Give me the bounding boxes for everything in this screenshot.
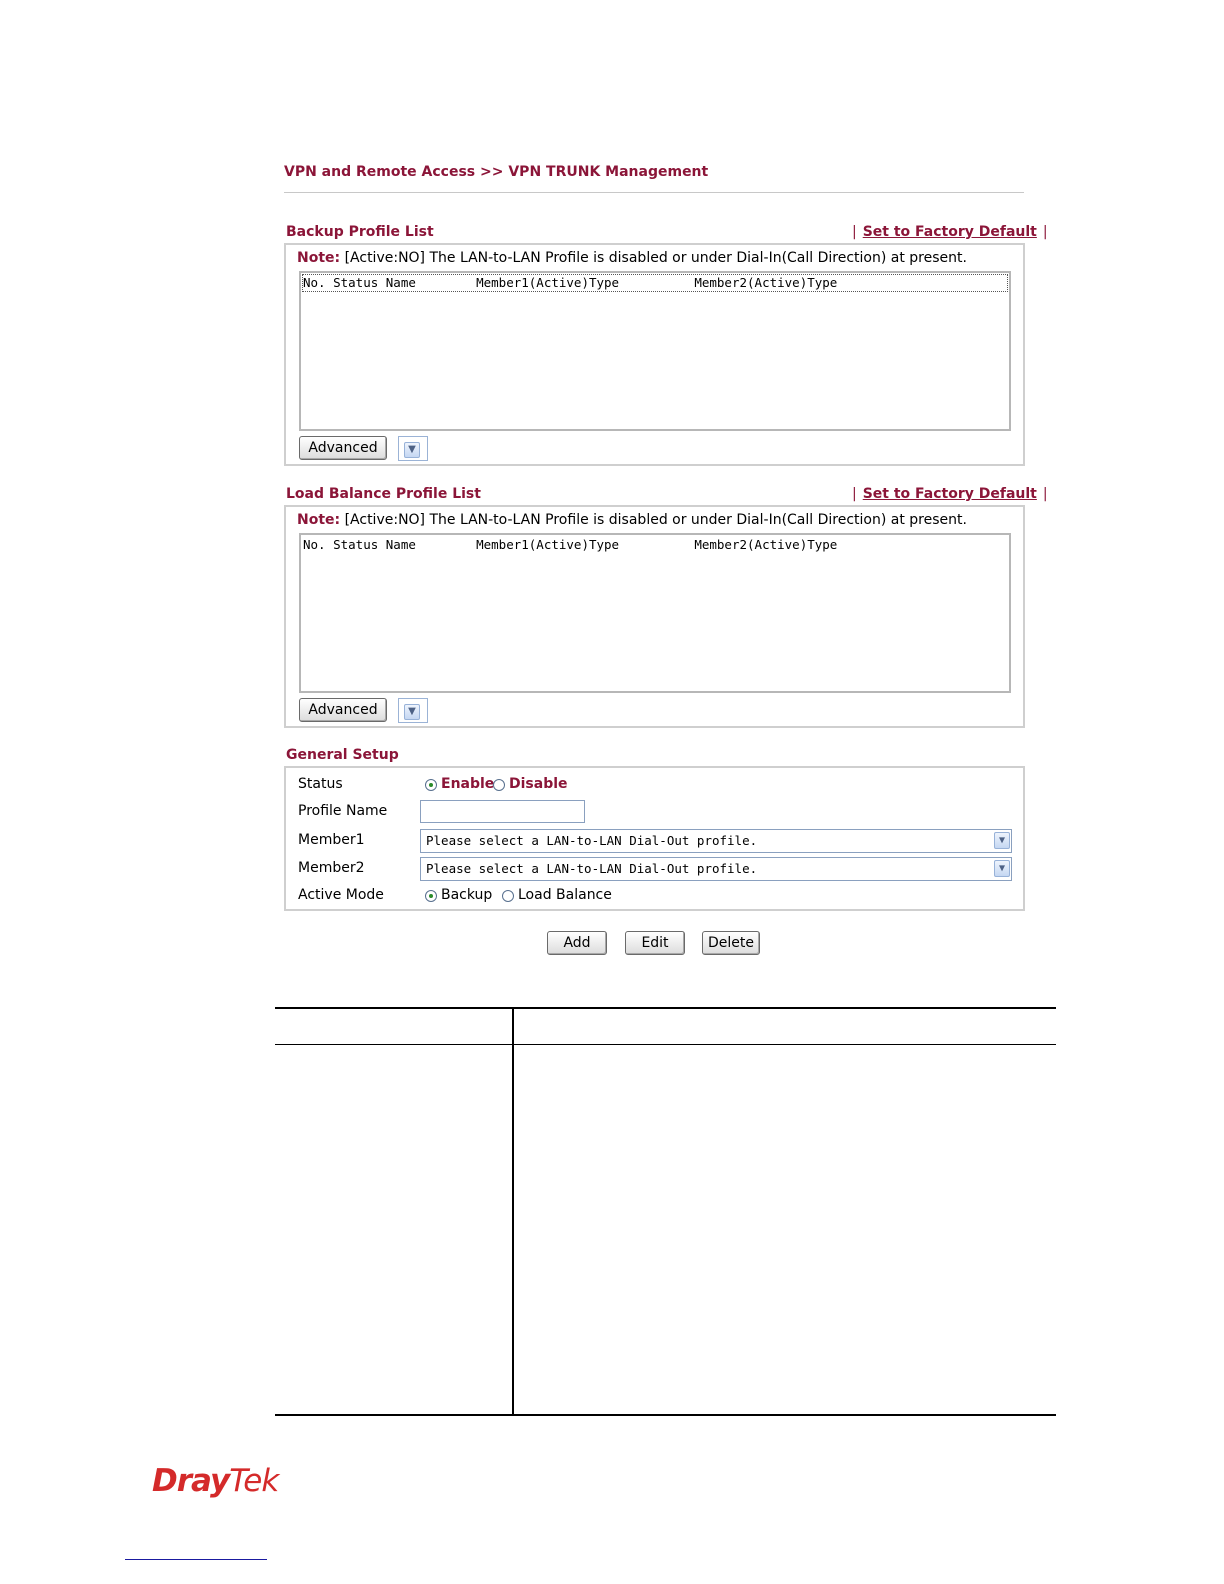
table-bottom-rule [275,1414,1056,1416]
table-top-rule [275,1007,1056,1009]
backup-note-label: Note: [297,250,341,266]
logo-part-tek: Tek [229,1463,279,1499]
general-panel: Status Enable Disable Profile Name Membe… [284,766,1025,911]
loadbalance-advanced-button[interactable]: Advanced [299,698,387,722]
backup-section-title: Backup Profile List [286,224,434,240]
member1-label: Member1 [298,832,365,848]
breadcrumb: VPN and Remote Access >> VPN TRUNK Manag… [284,164,709,180]
active-mode-label: Active Mode [298,887,384,903]
status-enable-radio[interactable] [425,779,437,791]
delete-button[interactable]: Delete [702,931,760,955]
footer-rule [125,1559,267,1560]
loadbalance-note-text: [Active:NO] The LAN-to-LAN Profile is di… [344,512,967,528]
edit-button[interactable]: Edit [625,931,685,955]
loadbalance-note-label: Note: [297,512,341,528]
status-disable-radio[interactable] [493,779,505,791]
backup-dropdown[interactable]: ▼ [398,436,428,461]
backup-factory-default-link[interactable]: Set to Factory Default [863,224,1037,240]
active-mode-backup-label: Backup [441,887,493,903]
member2-selected-value: Please select a LAN-to-LAN Dial-Out prof… [426,861,758,876]
draytek-logo: DrayTek [152,1463,279,1499]
add-button[interactable]: Add [547,931,607,955]
backup-note: Note: [Active:NO] The LAN-to-LAN Profile… [297,250,967,266]
member1-selected-value: Please select a LAN-to-LAN Dial-Out prof… [426,833,758,848]
table-header-rule [275,1044,1056,1045]
status-disable-label: Disable [509,776,568,792]
status-label: Status [298,776,343,792]
member2-select[interactable]: Please select a LAN-to-LAN Dial-Out prof… [420,857,1012,881]
logo-part-dray: Dray [152,1463,230,1499]
profile-name-input[interactable] [420,800,585,823]
backup-profile-listbox[interactable]: No. Status Name Member1(Active)Type Memb… [299,271,1011,431]
loadbalance-note: Note: [Active:NO] The LAN-to-LAN Profile… [297,512,967,528]
chevron-down-icon: ▼ [994,860,1010,877]
loadbalance-factory-default-link[interactable]: Set to Factory Default [863,486,1037,502]
backup-factory-default: | Set to Factory Default | [852,224,1048,240]
loadbalance-list-header: No. Status Name Member1(Active)Type Memb… [303,537,838,552]
table-column-divider [512,1007,514,1415]
loadbalance-profile-listbox[interactable]: No. Status Name Member1(Active)Type Memb… [299,533,1011,693]
active-mode-loadbalance-radio[interactable] [502,890,514,902]
member1-select[interactable]: Please select a LAN-to-LAN Dial-Out prof… [420,829,1012,853]
loadbalance-panel: Note: [Active:NO] The LAN-to-LAN Profile… [284,505,1025,728]
chevron-down-icon: ▼ [404,442,420,458]
chevron-down-icon: ▼ [994,832,1010,849]
breadcrumb-divider [284,192,1024,193]
general-section-title: General Setup [286,747,399,763]
status-enable-label: Enable [441,776,495,792]
member2-label: Member2 [298,860,365,876]
loadbalance-dropdown[interactable]: ▼ [398,698,428,723]
backup-list-header[interactable]: No. Status Name Member1(Active)Type Memb… [302,274,1008,292]
backup-note-text: [Active:NO] The LAN-to-LAN Profile is di… [344,250,967,266]
profile-name-label: Profile Name [298,803,388,819]
backup-panel: Note: [Active:NO] The LAN-to-LAN Profile… [284,243,1025,466]
loadbalance-section-title: Load Balance Profile List [286,486,481,502]
chevron-down-icon: ▼ [404,704,420,720]
active-mode-backup-radio[interactable] [425,890,437,902]
backup-advanced-button[interactable]: Advanced [299,436,387,460]
loadbalance-factory-default: | Set to Factory Default | [852,486,1048,502]
active-mode-loadbalance-label: Load Balance [518,887,612,903]
